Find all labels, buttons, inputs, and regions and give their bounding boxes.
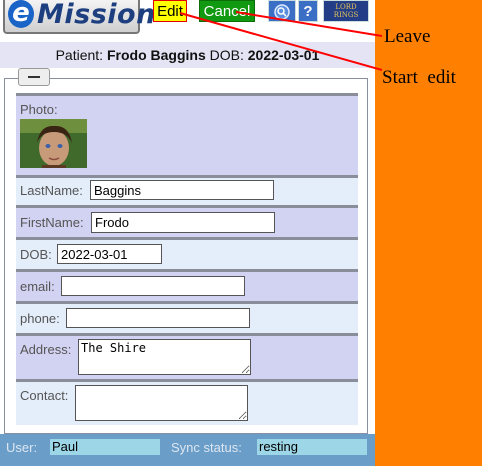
start-edit-line <box>179 12 383 71</box>
start-edit-annotation: Start edit <box>382 67 456 88</box>
leave-line <box>235 11 383 37</box>
leave-annotation: Leave <box>384 26 431 47</box>
